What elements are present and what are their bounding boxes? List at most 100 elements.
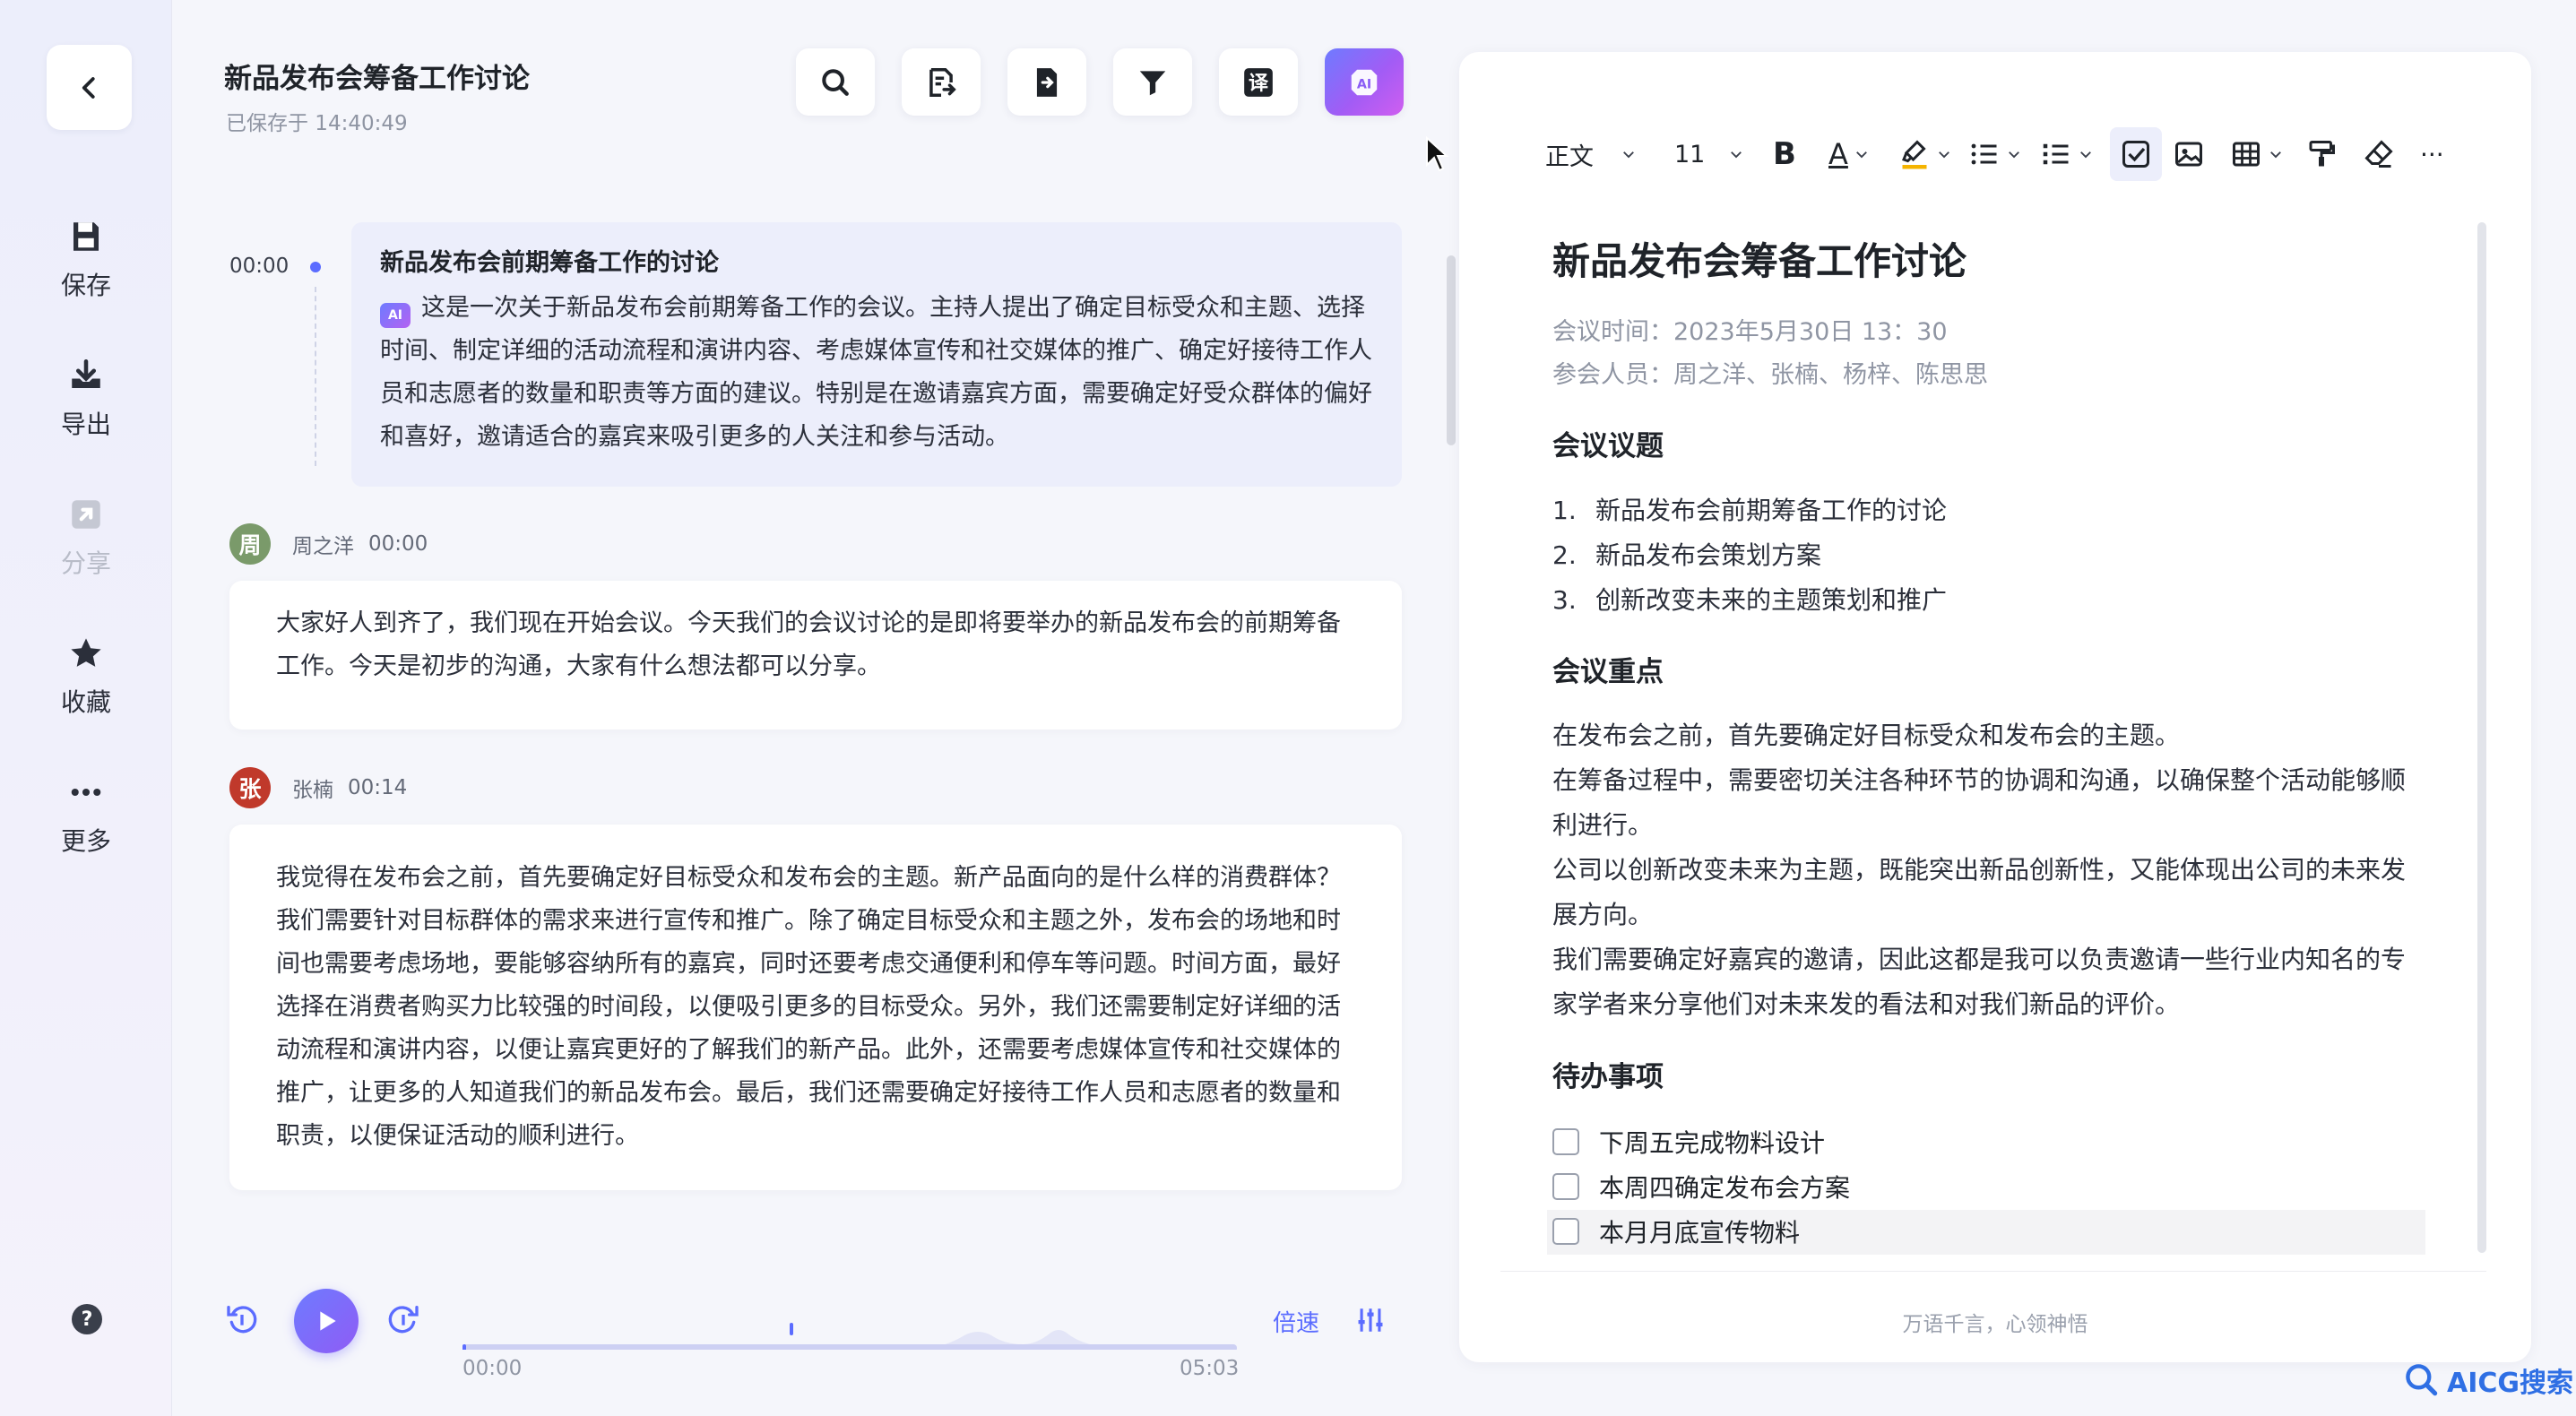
speaker-name: 周之洋 <box>292 535 354 558</box>
summary-timestamp: 00:00 <box>229 255 290 278</box>
search-logo-icon <box>2406 1364 2438 1396</box>
more-icon <box>71 788 101 797</box>
filter-icon <box>1139 70 1166 95</box>
bullet-list-icon <box>2043 143 2069 165</box>
search-button[interactable] <box>796 48 875 116</box>
playback-speed-button[interactable]: 倍速 <box>1273 1305 1319 1338</box>
todo-text: 本月月底宣传物料 <box>1599 1218 1801 1248</box>
paragraph[interactable]: 在筹备过程中，需要密切关注各种环节的协调和沟通，以确保整个活动能够顺利进行。 <box>1552 758 2422 848</box>
format-painter-icon <box>2309 141 2335 167</box>
equalizer-icon[interactable] <box>1355 1305 1386 1335</box>
checkbox-icon <box>2122 141 2149 168</box>
svg-text:AI: AI <box>1357 77 1371 91</box>
paragraph[interactable]: 在发布会之前，首先要确定好目标受众和发布会的主题。 <box>1552 713 2422 758</box>
ai-summary-card: 新品发布会前期筹备工作的讨论 AI 这是一次关于新品发布会前期筹备工作的会议。主持… <box>351 222 1402 487</box>
speaker-name: 张楠 <box>292 779 333 802</box>
font-size-select[interactable]: 11 <box>1674 127 1744 181</box>
translate-button[interactable]: 译 <box>1219 48 1298 116</box>
list-item[interactable]: 2. 新品发布会策划方案 <box>1552 536 1821 572</box>
clear-format-button[interactable] <box>2363 127 2395 181</box>
sidebar-item-save[interactable]: 保存 <box>0 218 172 302</box>
sidebar-item-favorite[interactable]: 收藏 <box>0 635 172 719</box>
paragraph[interactable]: 公司以创新改变未来为主题，既能突出新品创新性，又能体现出公司的未来发展方向。 <box>1552 848 2422 937</box>
chevron-down-icon <box>1623 151 1634 159</box>
format-painter-button[interactable] <box>2305 127 2338 181</box>
sidebar-item-share: 分享 <box>0 496 172 580</box>
font-color-button[interactable]: A <box>1828 127 1870 181</box>
svg-text:译: 译 <box>1249 71 1269 94</box>
avatar: 周 <box>229 523 271 565</box>
message-text: 我觉得在发布会之前，首先要确定好目标受众和发布会的主题。新产品面向的是什么样的消… <box>276 864 1341 1150</box>
paragraph-style-value: 正文 <box>1545 142 1594 171</box>
document-list-button[interactable] <box>902 48 981 116</box>
speaker-row: 张 张楠 00:14 <box>229 767 407 808</box>
left-sidebar: 保存 导出 分享 收藏 更多 ? <box>0 0 172 1416</box>
speaker-row: 周 周之洋 00:00 <box>229 523 428 565</box>
speaker-timestamp[interactable]: 00:14 <box>348 776 407 799</box>
chevron-down-icon <box>2080 151 2091 159</box>
more-options-button[interactable]: ··· <box>2420 127 2444 181</box>
back-button[interactable] <box>47 45 132 130</box>
summary-text: 这是一次关于新品发布会前期筹备工作的会议。主持人提出了确定目标受众和主题、选择时… <box>380 294 1372 451</box>
chevron-down-icon <box>1939 151 1949 159</box>
todo-checkbox[interactable] <box>1552 1173 1579 1200</box>
ai-assistant-button[interactable]: AI <box>1325 48 1404 116</box>
table-icon <box>2233 142 2260 167</box>
editor-slogan: 万语千言，心领神悟 <box>1902 1313 2088 1336</box>
watermark-text: AICG搜索 <box>2447 1368 2574 1399</box>
todo-item[interactable]: 本月月底宣传物料 <box>1552 1213 1800 1249</box>
star-icon <box>71 638 101 667</box>
eraser-icon <box>2364 140 2393 168</box>
speaker-timestamp[interactable]: 00:00 <box>368 532 428 556</box>
transcript-message[interactable]: 我觉得在发布会之前，首先要确定好目标受众和发布会的主题。新产品面向的是什么样的消… <box>229 825 1402 1190</box>
checkbox-list-button[interactable] <box>2110 127 2162 181</box>
todo-item[interactable]: 下周五完成物料设计 <box>1552 1124 1825 1160</box>
paragraph[interactable]: 我们需要确定好嘉宾的邀请，因此这都是我可以负责邀请一些行业内知名的专家学者来分享… <box>1552 937 2422 1027</box>
audio-progress-track[interactable] <box>462 1314 1237 1350</box>
ai-assistant-icon: AI <box>1351 69 1378 95</box>
sidebar-item-more[interactable]: 更多 <box>0 773 172 858</box>
chevron-down-icon <box>1731 151 1742 159</box>
chevron-down-icon <box>2009 151 2019 159</box>
sidebar-item-label: 分享 <box>60 548 111 578</box>
translate-icon: 译 <box>1244 67 1273 97</box>
todo-text: 本周四确定发布会方案 <box>1599 1173 1851 1203</box>
list-text: 新品发布会策划方案 <box>1595 540 1822 570</box>
list-item[interactable]: 3. 创新改变未来的主题策划和推广 <box>1552 581 1947 617</box>
todo-checkbox[interactable] <box>1552 1128 1579 1155</box>
bold-button[interactable]: B <box>1773 127 1796 181</box>
export-file-button[interactable] <box>1007 48 1086 116</box>
editor-scrollbar[interactable] <box>2477 222 2486 1253</box>
bullet-list-button[interactable] <box>2040 127 2094 181</box>
sidebar-item-export[interactable]: 导出 <box>0 357 172 441</box>
font-size-value: 11 <box>1674 140 1706 168</box>
section-heading-topics[interactable]: 会议议题 <box>1552 423 1664 463</box>
page-title: 新品发布会筹备工作讨论 <box>224 63 530 95</box>
list-item[interactable]: 1. 新品发布会前期筹备工作的讨论 <box>1552 491 1947 527</box>
meeting-attendees[interactable]: 参会人员：周之洋、张楠、杨梓、陈思思 <box>1552 355 1988 390</box>
timeline-dot <box>310 262 321 272</box>
todo-checkbox[interactable] <box>1552 1218 1579 1245</box>
help-icon[interactable]: ? <box>72 1304 102 1334</box>
meeting-time[interactable]: 会议时间：2023年5月30日 13：30 <box>1552 312 1948 347</box>
saved-status: 已保存于 14:40:49 <box>226 112 408 135</box>
play-button[interactable] <box>294 1289 359 1353</box>
insert-table-button[interactable] <box>2230 127 2284 181</box>
note-title[interactable]: 新品发布会筹备工作讨论 <box>1552 231 1967 286</box>
filter-button[interactable] <box>1113 48 1192 116</box>
section-heading-todos[interactable]: 待办事项 <box>1552 1054 1664 1094</box>
section-heading-keypoints[interactable]: 会议重点 <box>1552 649 1664 689</box>
transcript-message[interactable]: 大家好人到齐了，我们现在开始会议。今天我们的会议讨论的是即将要举办的新品发布会的… <box>229 581 1402 730</box>
ordered-list-button[interactable] <box>1968 127 2022 181</box>
todo-item[interactable]: 本周四确定发布会方案 <box>1552 1169 1850 1204</box>
transcript-scrollbar[interactable] <box>1447 255 1456 445</box>
export-file-icon <box>1036 67 1058 97</box>
highlight-button[interactable] <box>1898 127 1952 181</box>
rewind-icon[interactable] <box>224 1301 260 1337</box>
insert-image-button[interactable] <box>2173 127 2205 181</box>
forward-icon[interactable] <box>385 1301 421 1337</box>
image-icon <box>2175 142 2202 167</box>
list-number: 1. <box>1552 496 1577 525</box>
paragraph-style-select[interactable]: 正文 <box>1545 127 1637 181</box>
share-icon <box>72 500 100 529</box>
